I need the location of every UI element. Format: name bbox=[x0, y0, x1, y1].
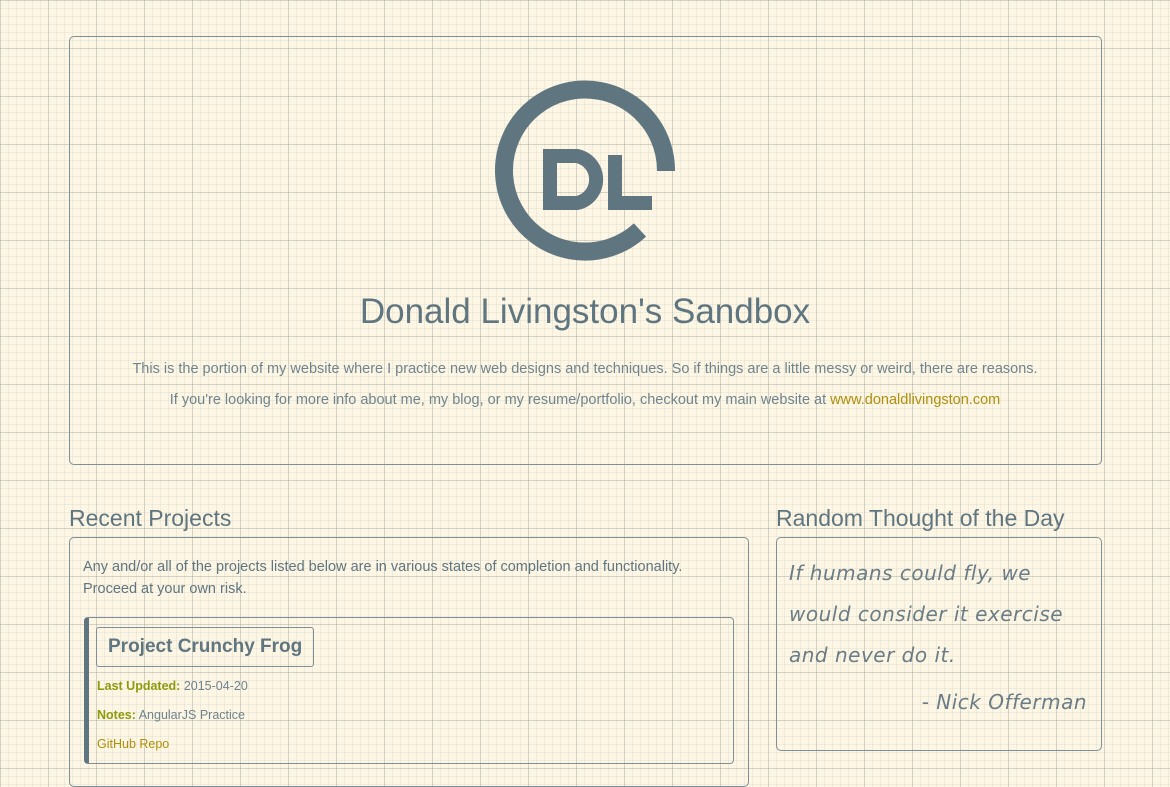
random-thought-heading: Random Thought of the Day bbox=[776, 505, 1065, 531]
notes-label: Notes: bbox=[97, 708, 136, 722]
recent-projects-heading: Recent Projects bbox=[69, 505, 232, 531]
project-title-button[interactable]: Project Crunchy Frog bbox=[96, 627, 315, 667]
quote-text: If humans could fly, we would consider i… bbox=[789, 561, 1064, 667]
main-website-link[interactable]: www.donaldlivingston.com bbox=[830, 392, 1000, 408]
intro-more-info: If you're looking for more info about me… bbox=[0, 392, 1170, 408]
last-updated-value: 2015-04-20 bbox=[183, 679, 248, 693]
site-title: Donald Livingston's Sandbox bbox=[359, 292, 811, 331]
projects-description: Any and/or all of the projects listed be… bbox=[83, 559, 683, 597]
project-notes: Notes: AngularJS Practice bbox=[97, 708, 245, 722]
last-updated-label: Last Updated: bbox=[97, 679, 181, 693]
intro-more-info-text: If you're looking for more info about me… bbox=[169, 392, 831, 408]
github-repo-link[interactable]: GitHub Repo bbox=[97, 737, 169, 751]
quote-author: - Nick Offerman bbox=[921, 690, 1087, 714]
project-last-updated: Last Updated: 2015-04-20 bbox=[97, 679, 248, 693]
dl-logo-icon bbox=[495, 80, 676, 261]
notes-value: AngularJS Practice bbox=[138, 708, 246, 722]
intro-text: This is the portion of my website where … bbox=[132, 361, 1038, 377]
